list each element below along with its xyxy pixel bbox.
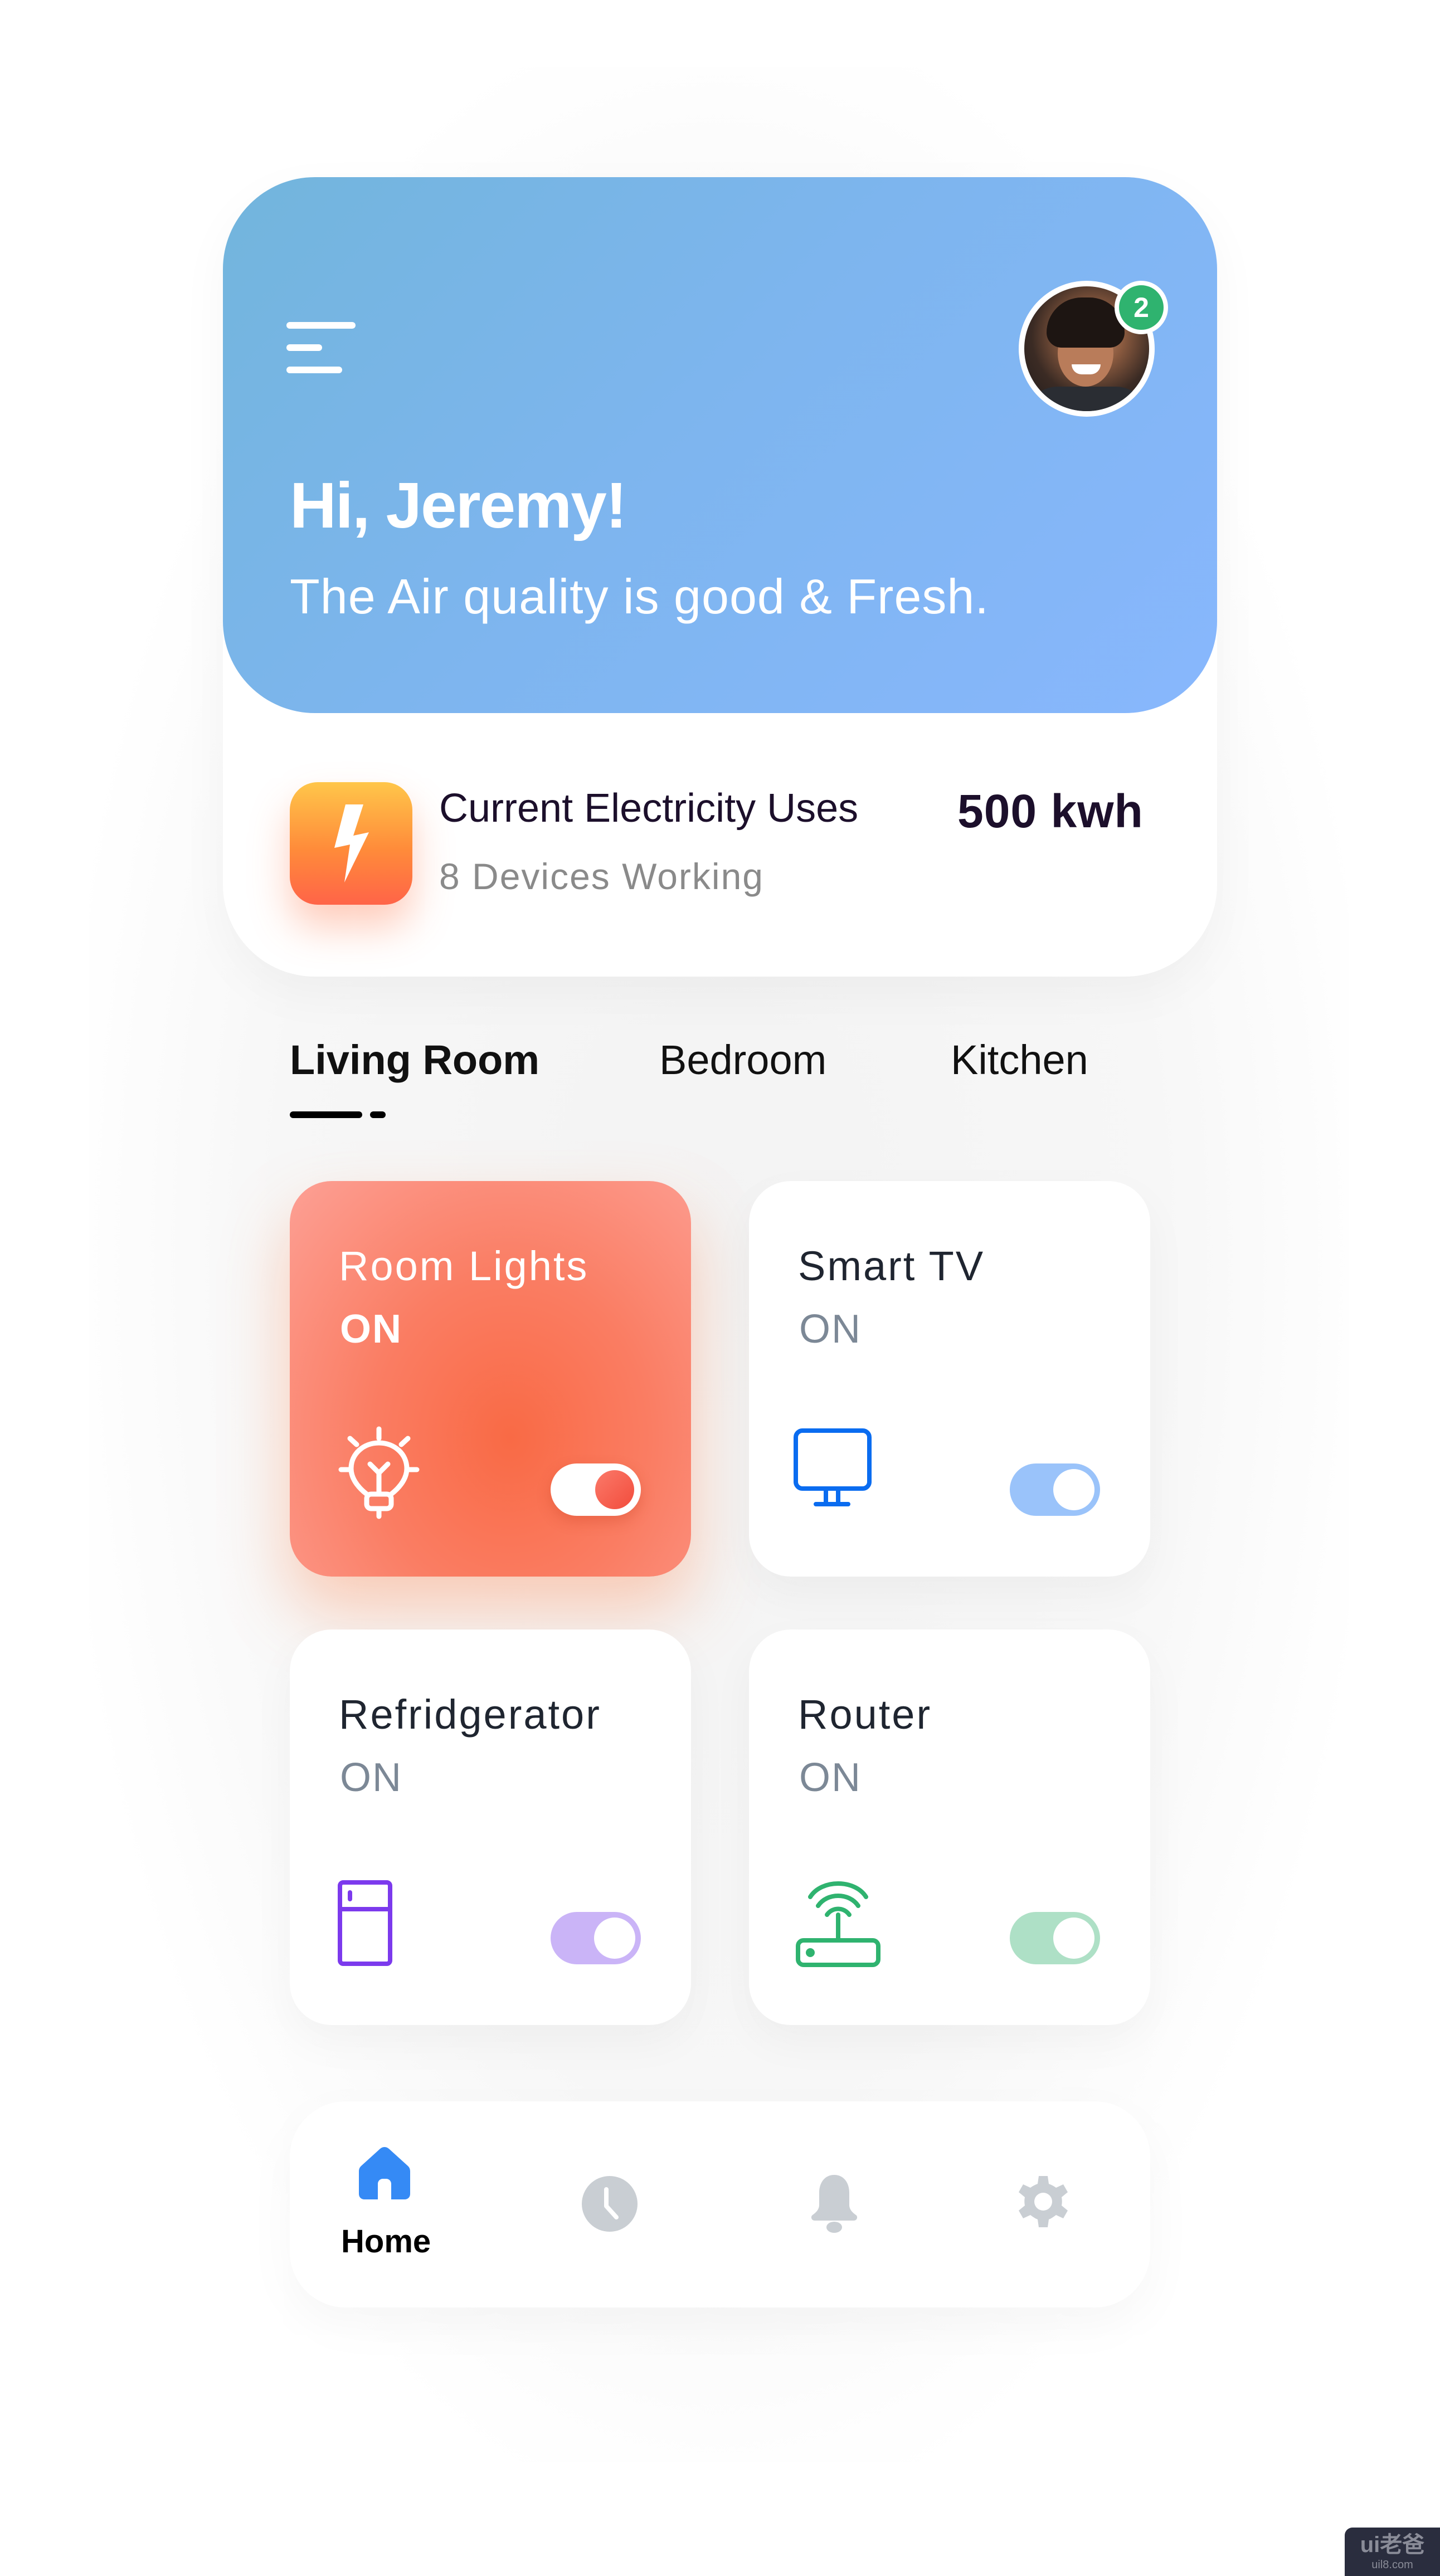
nav-notifications[interactable]: [809, 2175, 859, 2233]
electricity-title: Current Electricity Uses: [439, 786, 859, 831]
watermark-logo: ui老爸: [1360, 2533, 1425, 2557]
device-toggle[interactable]: [1010, 1912, 1100, 1964]
tab-kitchen[interactable]: Kitchen: [951, 1036, 1088, 1084]
device-card-room-lights[interactable]: Room Lights ON: [290, 1181, 691, 1577]
clock-icon: [582, 2176, 638, 2232]
hero-banner: [223, 177, 1217, 713]
tab-bedroom[interactable]: Bedroom: [659, 1036, 826, 1084]
watermark-url: uil8.com: [1371, 2559, 1413, 2571]
electricity-usage-value: 500 kwh: [957, 785, 1144, 837]
notification-badge: 2: [1115, 281, 1168, 334]
nav-home-label: Home: [341, 2223, 431, 2260]
device-toggle[interactable]: [551, 1463, 641, 1516]
nav-history[interactable]: [581, 2175, 639, 2233]
menu-icon-line: [286, 367, 342, 373]
menu-icon-line: [286, 322, 356, 329]
device-status: ON: [340, 1755, 402, 1800]
gear-icon: [1019, 2176, 1068, 2227]
air-quality-text: The Air quality is good & Fresh.: [290, 569, 989, 624]
nav-home[interactable]: [357, 2145, 412, 2201]
device-toggle[interactable]: [1010, 1463, 1100, 1516]
nav-settings[interactable]: [1014, 2175, 1072, 2233]
tab-living-room[interactable]: Living Room: [290, 1036, 539, 1084]
watermark-badge: ui老爸 uil8.com: [1345, 2528, 1440, 2576]
indicator-dot: [370, 1111, 386, 1118]
device-status: ON: [799, 1307, 862, 1352]
device-card-smart-tv[interactable]: Smart TV ON: [749, 1181, 1150, 1577]
device-name: Smart TV: [798, 1243, 985, 1289]
router-icon: [796, 1881, 880, 1967]
indicator-bar: [290, 1111, 362, 1118]
bell-icon: [811, 2175, 858, 2233]
avatar-hair: [1047, 297, 1125, 348]
fridge-icon: [338, 1880, 392, 1966]
electricity-icon-tile: [290, 782, 412, 905]
device-name: Room Lights: [339, 1243, 589, 1289]
toggle-knob: [595, 1470, 634, 1509]
device-toggle[interactable]: [551, 1912, 641, 1964]
device-status: ON: [340, 1307, 402, 1352]
device-name: Refridgerator: [339, 1691, 601, 1738]
monitor-icon: [794, 1428, 872, 1506]
menu-icon-line: [286, 344, 322, 351]
device-card-refridgerator[interactable]: Refridgerator ON: [290, 1629, 691, 2025]
device-status: ON: [799, 1755, 862, 1800]
greeting-title: Hi, Jeremy!: [290, 469, 627, 541]
toggle-knob: [594, 1918, 635, 1959]
device-name: Router: [798, 1691, 932, 1738]
home-icon: [359, 2147, 410, 2199]
lightbulb-icon: [338, 1426, 420, 1519]
lightning-icon: [334, 804, 369, 882]
device-card-router[interactable]: Router ON: [749, 1629, 1150, 2025]
toggle-knob: [1053, 1469, 1094, 1510]
toggle-knob: [1053, 1918, 1094, 1959]
menu-button[interactable]: [286, 322, 356, 373]
devices-working-count: 8 Devices Working: [439, 856, 764, 897]
